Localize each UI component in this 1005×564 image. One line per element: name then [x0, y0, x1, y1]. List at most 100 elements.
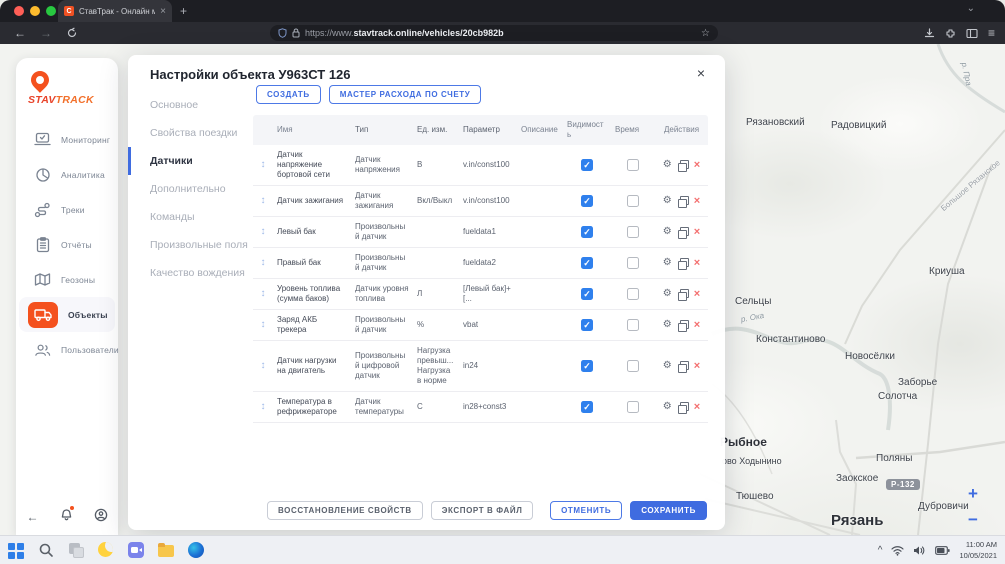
settings-gear-icon[interactable]: ⚙: [663, 258, 672, 268]
restore-properties-button[interactable]: ВОССТАНОВЛЕНИЕ СВОЙСТВ: [267, 501, 423, 520]
copy-icon[interactable]: [678, 402, 688, 412]
search-icon[interactable]: [38, 542, 55, 559]
delete-icon[interactable]: ×: [694, 289, 700, 299]
url-bar[interactable]: https://www.stavtrack.online/vehicles/20…: [270, 25, 718, 41]
settings-gear-icon[interactable]: ⚙: [663, 196, 672, 206]
file-explorer-icon[interactable]: [158, 542, 175, 559]
create-sensor-button[interactable]: СОЗДАТЬ: [256, 85, 321, 104]
extensions-icon[interactable]: [945, 28, 956, 39]
copy-icon[interactable]: [678, 289, 688, 299]
time-checkbox[interactable]: [627, 401, 639, 413]
downloads-icon[interactable]: [924, 28, 935, 39]
browser-tab[interactable]: C СтавТрак - Онлайн мониторин ×: [58, 0, 172, 22]
delete-icon[interactable]: ×: [694, 258, 700, 268]
copy-icon[interactable]: [678, 196, 688, 206]
time-checkbox[interactable]: [627, 257, 639, 269]
time-checkbox[interactable]: [627, 360, 639, 372]
fuel-wizard-button[interactable]: МАСТЕР РАСХОДА ПО СЧЕТУ: [329, 85, 482, 104]
battery-icon[interactable]: [935, 546, 950, 555]
forward-button[interactable]: →: [40, 22, 52, 44]
copy-icon[interactable]: [678, 320, 688, 330]
edge-browser-icon[interactable]: [188, 542, 205, 559]
settings-gear-icon[interactable]: ⚙: [663, 227, 672, 237]
delete-icon[interactable]: ×: [694, 320, 700, 330]
tab-close-icon[interactable]: ×: [160, 6, 166, 17]
copy-icon[interactable]: [678, 361, 688, 371]
map-zoom-out-button[interactable]: −: [963, 510, 983, 530]
modal-nav-item-4[interactable]: Команды: [128, 203, 254, 231]
delete-icon[interactable]: ×: [694, 361, 700, 371]
drag-handle-icon[interactable]: ↕: [261, 159, 266, 170]
settings-gear-icon[interactable]: ⚙: [663, 320, 672, 330]
visibility-checkbox[interactable]: ✓: [581, 288, 593, 300]
lock-icon[interactable]: [292, 28, 300, 38]
back-button[interactable]: ←: [14, 22, 26, 44]
volume-icon[interactable]: [913, 545, 926, 556]
profile-icon[interactable]: [94, 508, 108, 525]
modal-nav-item-3[interactable]: Дополнительно: [128, 175, 254, 203]
modal-nav-item-5[interactable]: Произвольные поля: [128, 231, 254, 259]
reload-button[interactable]: [66, 27, 78, 39]
visibility-checkbox[interactable]: ✓: [581, 226, 593, 238]
drag-handle-icon[interactable]: ↕: [261, 288, 266, 299]
modal-nav-item-1[interactable]: Свойства поездки: [128, 119, 254, 147]
sidebar-panel-icon[interactable]: [966, 28, 978, 39]
window-minimize-button[interactable]: [30, 6, 40, 16]
delete-icon[interactable]: ×: [694, 196, 700, 206]
tray-chevron-up-icon[interactable]: ^: [878, 545, 883, 556]
drag-handle-icon[interactable]: ↕: [261, 257, 266, 268]
tab-list-chevron-icon[interactable]: ⌄: [967, 3, 975, 14]
chat-app-icon[interactable]: [128, 542, 145, 559]
new-tab-button[interactable]: +: [180, 4, 187, 18]
delete-icon[interactable]: ×: [694, 402, 700, 412]
time-checkbox[interactable]: [627, 226, 639, 238]
delete-icon[interactable]: ×: [694, 227, 700, 237]
settings-gear-icon[interactable]: ⚙: [663, 361, 672, 371]
visibility-checkbox[interactable]: ✓: [581, 401, 593, 413]
sidebar-item-4[interactable]: Геозоны: [16, 262, 118, 297]
taskbar-clock[interactable]: 11:00 AM 10/05/2021: [959, 540, 997, 560]
settings-gear-icon[interactable]: ⚙: [663, 289, 672, 299]
sidebar-item-6[interactable]: Пользователи: [16, 332, 118, 367]
wifi-icon[interactable]: [891, 545, 904, 556]
time-checkbox[interactable]: [627, 159, 639, 171]
visibility-checkbox[interactable]: ✓: [581, 319, 593, 331]
bookmark-star-icon[interactable]: ☆: [701, 28, 710, 39]
map-zoom-in-button[interactable]: +: [963, 484, 983, 504]
drag-handle-icon[interactable]: ↕: [261, 319, 266, 330]
visibility-checkbox[interactable]: ✓: [581, 195, 593, 207]
collapse-sidebar-icon[interactable]: ←: [27, 510, 39, 524]
drag-handle-icon[interactable]: ↕: [261, 195, 266, 206]
modal-close-icon[interactable]: ×: [697, 65, 705, 81]
window-maximize-button[interactable]: [46, 6, 56, 16]
delete-icon[interactable]: ×: [694, 160, 700, 170]
time-checkbox[interactable]: [627, 195, 639, 207]
settings-gear-icon[interactable]: ⚙: [663, 160, 672, 170]
visibility-checkbox[interactable]: ✓: [581, 159, 593, 171]
sidebar-item-2[interactable]: Треки: [16, 192, 118, 227]
modal-nav-item-2[interactable]: Датчики: [128, 147, 254, 175]
copy-icon[interactable]: [678, 258, 688, 268]
time-checkbox[interactable]: [627, 288, 639, 300]
task-view-icon[interactable]: [68, 542, 85, 559]
modal-nav-item-0[interactable]: Основное: [128, 91, 254, 119]
export-to-file-button[interactable]: ЭКСПОРТ В ФАЙЛ: [431, 501, 534, 520]
drag-handle-icon[interactable]: ↕: [261, 360, 266, 371]
visibility-checkbox[interactable]: ✓: [581, 360, 593, 372]
menu-icon[interactable]: ≡: [988, 26, 995, 40]
sidebar-item-3[interactable]: Отчёты: [16, 227, 118, 262]
notifications-bell-icon[interactable]: [60, 508, 73, 525]
modal-nav-item-6[interactable]: Качество вождения: [128, 259, 254, 287]
start-button-icon[interactable]: [8, 542, 25, 559]
copy-icon[interactable]: [678, 160, 688, 170]
settings-gear-icon[interactable]: ⚙: [663, 402, 672, 412]
sidebar-item-0[interactable]: Мониторинг: [16, 122, 118, 157]
cancel-button[interactable]: ОТМЕНИТЬ: [550, 501, 622, 520]
window-close-button[interactable]: [14, 6, 24, 16]
copy-icon[interactable]: [678, 227, 688, 237]
stavtrack-logo[interactable]: STAVTRACK: [26, 70, 112, 110]
tracking-shield-icon[interactable]: [278, 28, 287, 38]
drag-handle-icon[interactable]: ↕: [261, 401, 266, 412]
sidebar-item-5[interactable]: Объекты: [19, 297, 115, 332]
visibility-checkbox[interactable]: ✓: [581, 257, 593, 269]
